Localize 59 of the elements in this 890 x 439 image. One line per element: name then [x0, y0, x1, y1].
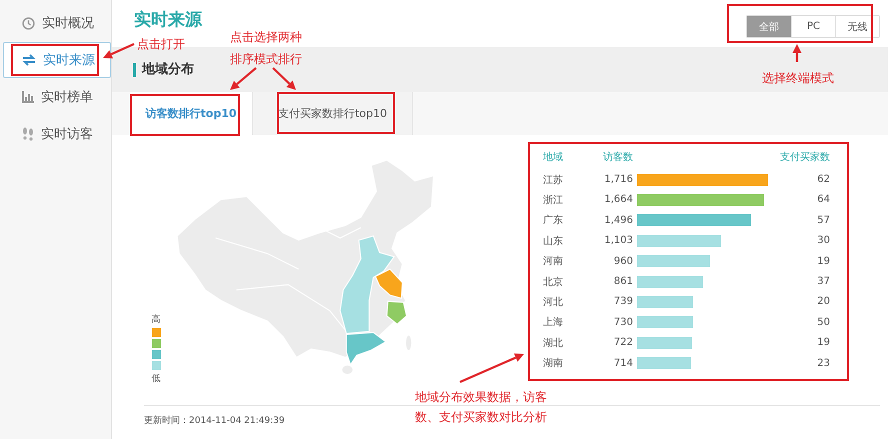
buyers-cell-text: 37 [816, 276, 830, 288]
swap-arrows-icon [22, 54, 36, 66]
page-title: 实时来源 [134, 9, 202, 31]
visitors-cell-text: 730 [612, 316, 633, 328]
buyers-cell-text: 64 [816, 194, 830, 206]
region-cell-text: 河南 [543, 254, 564, 268]
legend-label: 高 [152, 314, 160, 326]
annotation-text: 排序模式排行 [230, 51, 302, 68]
annotation-text: 数、支付买家数对比分析 [415, 409, 547, 426]
tab[interactable]: 支付买家数排行top10 [253, 92, 413, 135]
annotation-text: 地域分布效果数据，访客 [415, 389, 547, 406]
legend-label: 低 [152, 373, 160, 385]
annotation-arrow [460, 353, 524, 383]
column-header: 访客数 [602, 150, 633, 164]
buyers-cell-text: 57 [816, 214, 830, 226]
visitors-cell-text: 739 [612, 296, 633, 308]
region-cell-text: 江苏 [543, 174, 564, 187]
annotation-arrow [103, 43, 134, 58]
annotation-arrow [272, 67, 296, 90]
buyers-cell-text: 19 [816, 256, 830, 267]
update-time: 更新时间：2014-11-04 21:49:39 [144, 414, 285, 427]
buyers-cell-text: 62 [816, 174, 830, 186]
annotation-arrow [230, 67, 257, 90]
footprints-icon [22, 127, 34, 141]
region-cell-text: 广东 [543, 214, 564, 228]
sidebar-item[interactable]: 实时榜单 [3, 79, 111, 115]
section-title: 地域分布 [133, 62, 194, 76]
visitors-cell-text: 1,664 [603, 194, 633, 206]
region-cell-text: 北京 [543, 276, 564, 289]
visitors-cell-text: 861 [612, 276, 633, 288]
buyers-cell-text: 50 [816, 316, 830, 328]
region-cell-text: 湖北 [543, 336, 564, 350]
bar-chart-icon [22, 91, 34, 103]
mode-button[interactable]: 无线 [835, 16, 879, 37]
buyers-cell-text: 20 [816, 296, 830, 308]
tab[interactable]: 访客数排行top10 [130, 92, 253, 135]
region-cell-text: 湖南 [543, 356, 564, 370]
buyers-cell-text: 30 [816, 235, 830, 246]
annotation-arrow [792, 44, 802, 62]
annotation-text: 点击打开 [137, 36, 185, 53]
annotation-text: 选择终端模式 [762, 70, 834, 87]
visitors-cell-text: 722 [612, 337, 633, 348]
buyers-cell-text: 23 [816, 358, 830, 369]
sidebar-item[interactable]: 实时访客 [3, 116, 111, 152]
visitors-cell-text: 714 [612, 358, 633, 369]
annotation-text: 点击选择两种 [230, 29, 302, 46]
region-cell-text: 山东 [543, 234, 564, 248]
buyers-cell-text: 19 [816, 337, 830, 348]
column-header: 支付买家数 [779, 150, 830, 164]
region-cell-text: 浙江 [543, 194, 564, 207]
visitors-cell-text: 1,103 [603, 235, 633, 246]
region-cell-text: 河北 [543, 296, 564, 309]
clock-icon [22, 16, 35, 30]
visitors-cell-text: 1,496 [603, 214, 633, 226]
column-header: 地域 [543, 150, 564, 164]
visitors-cell-text: 1,716 [603, 174, 633, 186]
visitors-cell-text: 960 [612, 256, 633, 267]
region-cell-text: 上海 [543, 316, 564, 330]
sidebar-item[interactable]: 实时概况 [3, 5, 111, 41]
